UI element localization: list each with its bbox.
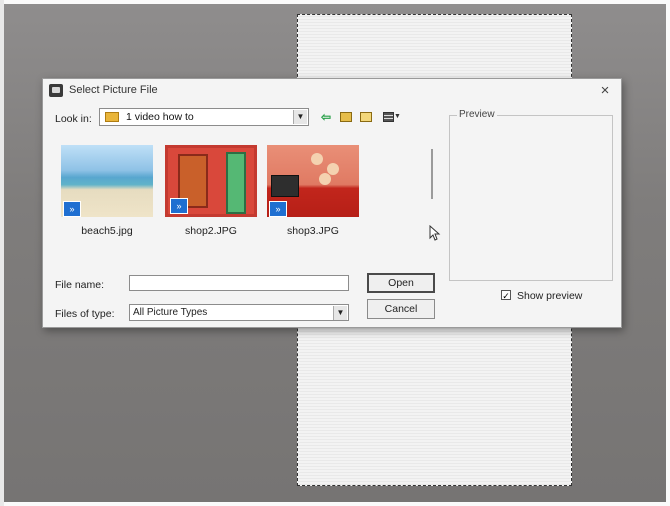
look-in-label: Look in: (55, 113, 92, 125)
new-folder-icon[interactable] (359, 110, 373, 124)
thumbnail-shop2: » (165, 145, 257, 217)
look-in-dropdown[interactable]: 1 video how to ▼ (99, 108, 309, 126)
shortcut-arrow-icon: » (269, 201, 287, 217)
file-list: » beach5.jpg » shop2.JPG » shop3.JPG (55, 135, 441, 265)
file-name: shop2.JPG (185, 225, 237, 237)
file-name: beach5.jpg (81, 225, 133, 237)
back-arrow-icon[interactable]: ⇦ (319, 110, 333, 124)
files-of-type-dropdown[interactable]: All Picture Types ▼ (129, 304, 349, 321)
app-icon (49, 84, 63, 97)
look-in-value: 1 video how to (126, 111, 194, 123)
shortcut-arrow-icon: » (63, 201, 81, 217)
file-item-shop3[interactable]: » shop3.JPG (267, 145, 359, 237)
view-menu-icon[interactable]: ▼ (381, 110, 403, 124)
up-folder-icon[interactable] (339, 110, 353, 124)
file-name-input[interactable] (129, 275, 349, 291)
file-name: shop3.JPG (287, 225, 339, 237)
chevron-down-icon[interactable]: ▼ (293, 110, 307, 124)
select-picture-dialog: Select Picture File × Look in: 1 video h… (42, 78, 622, 328)
file-name-label: File name: (55, 279, 105, 291)
preview-label: Preview (457, 109, 497, 120)
show-preview-checkbox[interactable]: ✓ (501, 290, 511, 301)
mouse-cursor-icon (429, 225, 441, 241)
file-item-shop2[interactable]: » shop2.JPG (165, 145, 257, 237)
preview-pane (449, 115, 613, 281)
chevron-down-icon[interactable]: ▼ (333, 306, 347, 320)
show-preview-label: Show preview (517, 290, 583, 302)
open-button[interactable]: Open (367, 273, 435, 293)
shortcut-arrow-icon: » (170, 198, 188, 214)
dialog-title: Select Picture File (69, 84, 158, 96)
close-button[interactable]: × (595, 81, 615, 101)
title-bar: Select Picture File × (43, 79, 621, 103)
files-of-type-label: Files of type: (55, 308, 115, 320)
scrollbar[interactable] (431, 149, 433, 199)
cancel-button[interactable]: Cancel (367, 299, 435, 319)
thumbnail-beach5: » (61, 145, 153, 217)
thumbnail-shop3: » (267, 145, 359, 217)
folder-icon (105, 112, 119, 122)
file-item-beach5[interactable]: » beach5.jpg (61, 145, 153, 237)
files-of-type-value: All Picture Types (133, 307, 208, 318)
